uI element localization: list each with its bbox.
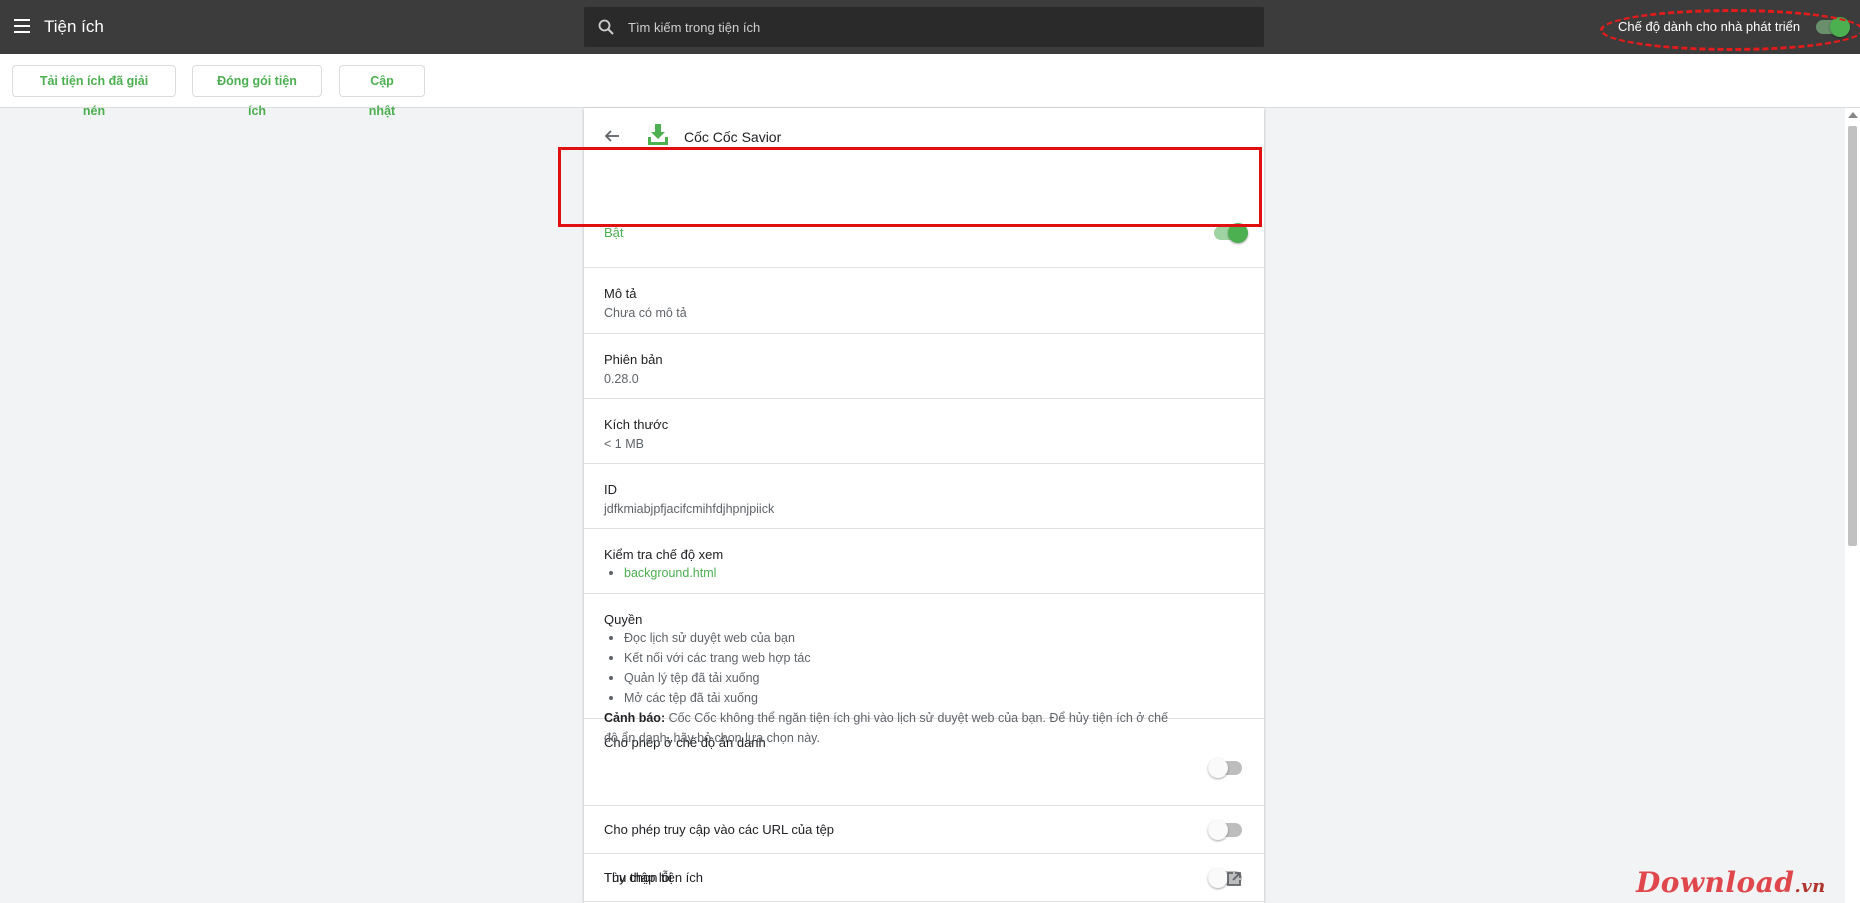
scroll-thumb[interactable] [1848,126,1857,546]
extension-options-label[interactable]: Tùy chọn tiện ích [604,870,703,885]
search-icon [598,19,614,35]
id-label: ID [604,482,617,497]
inspect-view-link[interactable]: background.html [624,566,716,580]
developer-mode-toggle[interactable] [1816,17,1850,37]
external-link-icon[interactable] [1225,870,1243,888]
pack-extension-button[interactable]: Đóng gói tiện ích [192,65,322,118]
version-section: Phiên bản 0.28.0 [584,334,1264,399]
version-value: 0.28.0 [604,372,639,386]
enabled-section: Bật [584,148,1264,268]
watermark-brand: Download [1636,866,1795,899]
load-unpacked-button[interactable]: Tải tiện ích đã giải nén [12,65,176,118]
top-bar: Tiện ích Chế độ dành cho nhà phát triển [0,0,1860,54]
description-label: Mô tả [604,286,637,301]
enabled-label: Bật [604,225,624,240]
permission-item: Mở các tệp đã tải xuống [604,688,811,708]
back-icon[interactable] [604,128,620,144]
update-button[interactable]: Cập nhật [339,65,425,118]
download-icon [648,124,668,145]
inspect-view-item: background.html [604,563,716,583]
permissions-label: Quyền [604,612,643,627]
version-label: Phiên bản [604,352,663,367]
incognito-warning: Cảnh báo: Cốc Cốc không thể ngăn tiện íc… [604,708,1184,748]
developer-mode-label: Chế độ dành cho nhà phát triển [1618,19,1801,34]
enabled-toggle[interactable] [1214,223,1248,243]
extension-detail-card: Cốc Cốc Savior Bật Mô tả Chưa có mô tả P… [584,108,1264,903]
inspect-views-list: background.html [604,563,716,583]
inspect-views-section: Kiểm tra chế độ xem background.html [584,529,1264,594]
toolbar: Tải tiện ích đã giải nén Đóng gói tiện í… [0,54,1860,118]
scroll-up-icon[interactable] [1848,112,1858,118]
file-urls-section: Cho phép truy cập vào các URL của tệp [584,806,1264,854]
watermark-tld: .vn [1794,876,1826,897]
permission-item: Kết nối với các trang web hợp tác [604,648,811,668]
watermark-logo: Download.vn [1636,866,1826,899]
search-input[interactable] [628,7,1248,47]
size-section: Kích thước < 1 MB [584,399,1264,464]
incognito-toggle[interactable] [1208,758,1242,778]
description-section: Mô tả Chưa có mô tả [584,268,1264,334]
permission-item: Quản lý tệp đã tải xuống [604,668,811,688]
menu-icon[interactable] [14,19,30,33]
inspect-views-label: Kiểm tra chế độ xem [604,547,724,562]
search-box[interactable] [584,7,1264,47]
description-value: Chưa có mô tả [604,306,687,320]
size-value: < 1 MB [604,437,644,451]
permissions-list: Đọc lịch sử duyệt web của bạn Kết nối vớ… [604,628,811,708]
permission-item: Đọc lịch sử duyệt web của bạn [604,628,811,648]
page-title: Tiện ích [44,17,104,36]
size-label: Kích thước [604,417,669,432]
id-section: ID jdfkmiabjpfjacifcmihfdjhpnjpiick [584,464,1264,529]
file-urls-toggle[interactable] [1208,820,1242,840]
file-urls-label: Cho phép truy cập vào các URL của tệp [604,822,835,837]
card-header: Cốc Cốc Savior [584,108,1264,148]
extension-name: Cốc Cốc Savior [684,129,782,145]
id-value: jdfkmiabjpfjacifcmihfdjhpnjpiick [604,502,775,516]
incognito-warning-bold: Cảnh báo: [604,711,666,725]
permissions-section: Quyền Đọc lịch sử duyệt web của bạn Kết … [584,594,1264,719]
scrollbar[interactable] [1845,108,1860,903]
incognito-warning-text: Cốc Cốc không thể ngăn tiện ích ghi vào … [604,711,1169,745]
